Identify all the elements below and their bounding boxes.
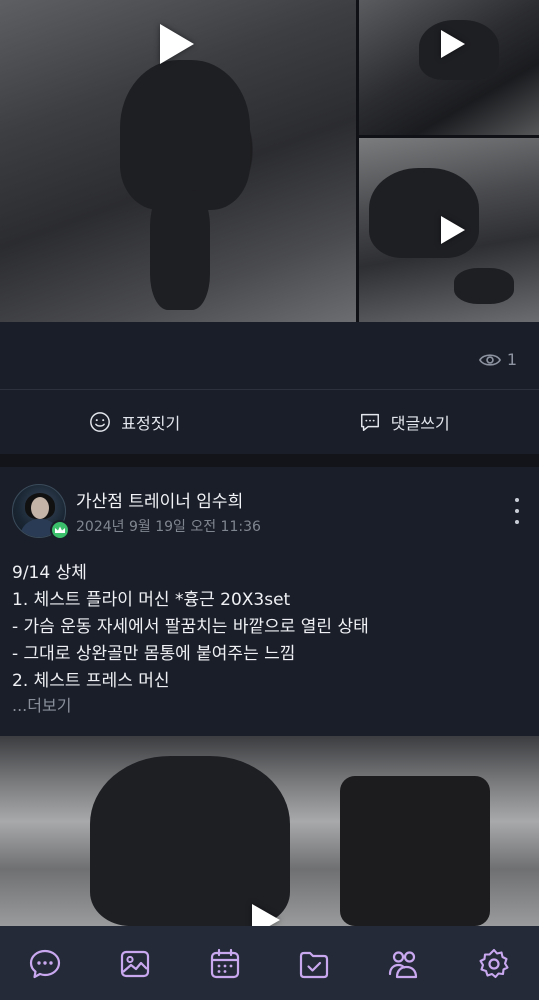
settings-icon: [479, 948, 509, 979]
comment-icon: [360, 413, 379, 431]
post-separator: [0, 454, 539, 467]
thumbnail-subject: [90, 756, 290, 926]
react-label: 표정짓기: [121, 414, 181, 433]
folder-check-icon: [300, 951, 329, 979]
post-timestamp: 2024년 9월 19일 오전 11:36: [76, 519, 261, 535]
nav-settings[interactable]: [474, 944, 514, 984]
post-body: 9/14 상체 1. 체스트 플라이 머신 *흉근 20X3set - 가슴 운…: [12, 560, 527, 717]
nav-gallery[interactable]: [115, 944, 155, 984]
video-thumbnail-top-right[interactable]: [359, 0, 539, 135]
view-count-value: 1: [506, 350, 517, 369]
more-options-icon[interactable]: [508, 498, 526, 524]
post-header: 가산점 트레이너 임수희 2024년 9월 19일 오전 11:36: [12, 482, 532, 542]
smiley-icon: [90, 412, 111, 432]
more-dot: [515, 509, 519, 513]
post-line: 1. 체스트 플라이 머신 *흉근 20X3set: [12, 590, 291, 610]
bottom-nav: [0, 926, 539, 1000]
post-line: - 그대로 상완골만 몸통에 붙여주는 느낌: [12, 644, 296, 664]
nav-members[interactable]: [384, 944, 424, 984]
play-icon[interactable]: [252, 904, 280, 926]
thumbnail-subject: [369, 168, 479, 258]
video-thumbnail-main[interactable]: [0, 0, 356, 322]
nav-chat[interactable]: [25, 944, 65, 984]
view-count: 1: [478, 350, 517, 369]
nav-files[interactable]: [294, 944, 334, 984]
react-button[interactable]: 표정짓기: [0, 390, 270, 454]
comment-label: 댓글쓰기: [390, 414, 450, 433]
crown-badge-icon: [50, 520, 70, 540]
video-thumbnail-post[interactable]: [0, 736, 539, 926]
thumbnail-dumbbell: [454, 268, 514, 304]
chat-icon: [29, 949, 61, 979]
play-icon[interactable]: [160, 24, 194, 64]
comment-button[interactable]: 댓글쓰기: [270, 390, 539, 454]
post-actions: 표정짓기 댓글쓰기: [0, 390, 539, 454]
play-icon[interactable]: [441, 30, 465, 58]
post-line: 2. 체스트 프레스 머신: [12, 671, 170, 691]
thumbnail-machine: [340, 776, 490, 926]
author-name[interactable]: 가산점 트레이너 임수희: [76, 487, 243, 512]
thumbnail-subject: [120, 60, 250, 210]
more-dot: [515, 498, 519, 502]
post-line: 9/14 상체: [12, 563, 87, 583]
media-grid: [0, 0, 539, 322]
thumbnail-subject-legs: [150, 190, 210, 310]
image-icon: [120, 950, 149, 978]
video-thumbnail-bottom-right[interactable]: [359, 138, 539, 322]
post-line: - 가슴 운동 자세에서 팔꿈치는 바깥으로 열린 상태: [12, 617, 369, 637]
people-icon: [389, 951, 418, 979]
calendar-icon: [210, 948, 239, 979]
read-more-link[interactable]: ...더보기: [12, 695, 527, 717]
play-icon[interactable]: [441, 216, 465, 244]
nav-calendar[interactable]: [205, 944, 245, 984]
avatar-face: [31, 497, 49, 519]
eye-icon: [478, 353, 501, 366]
more-dot: [515, 520, 519, 524]
